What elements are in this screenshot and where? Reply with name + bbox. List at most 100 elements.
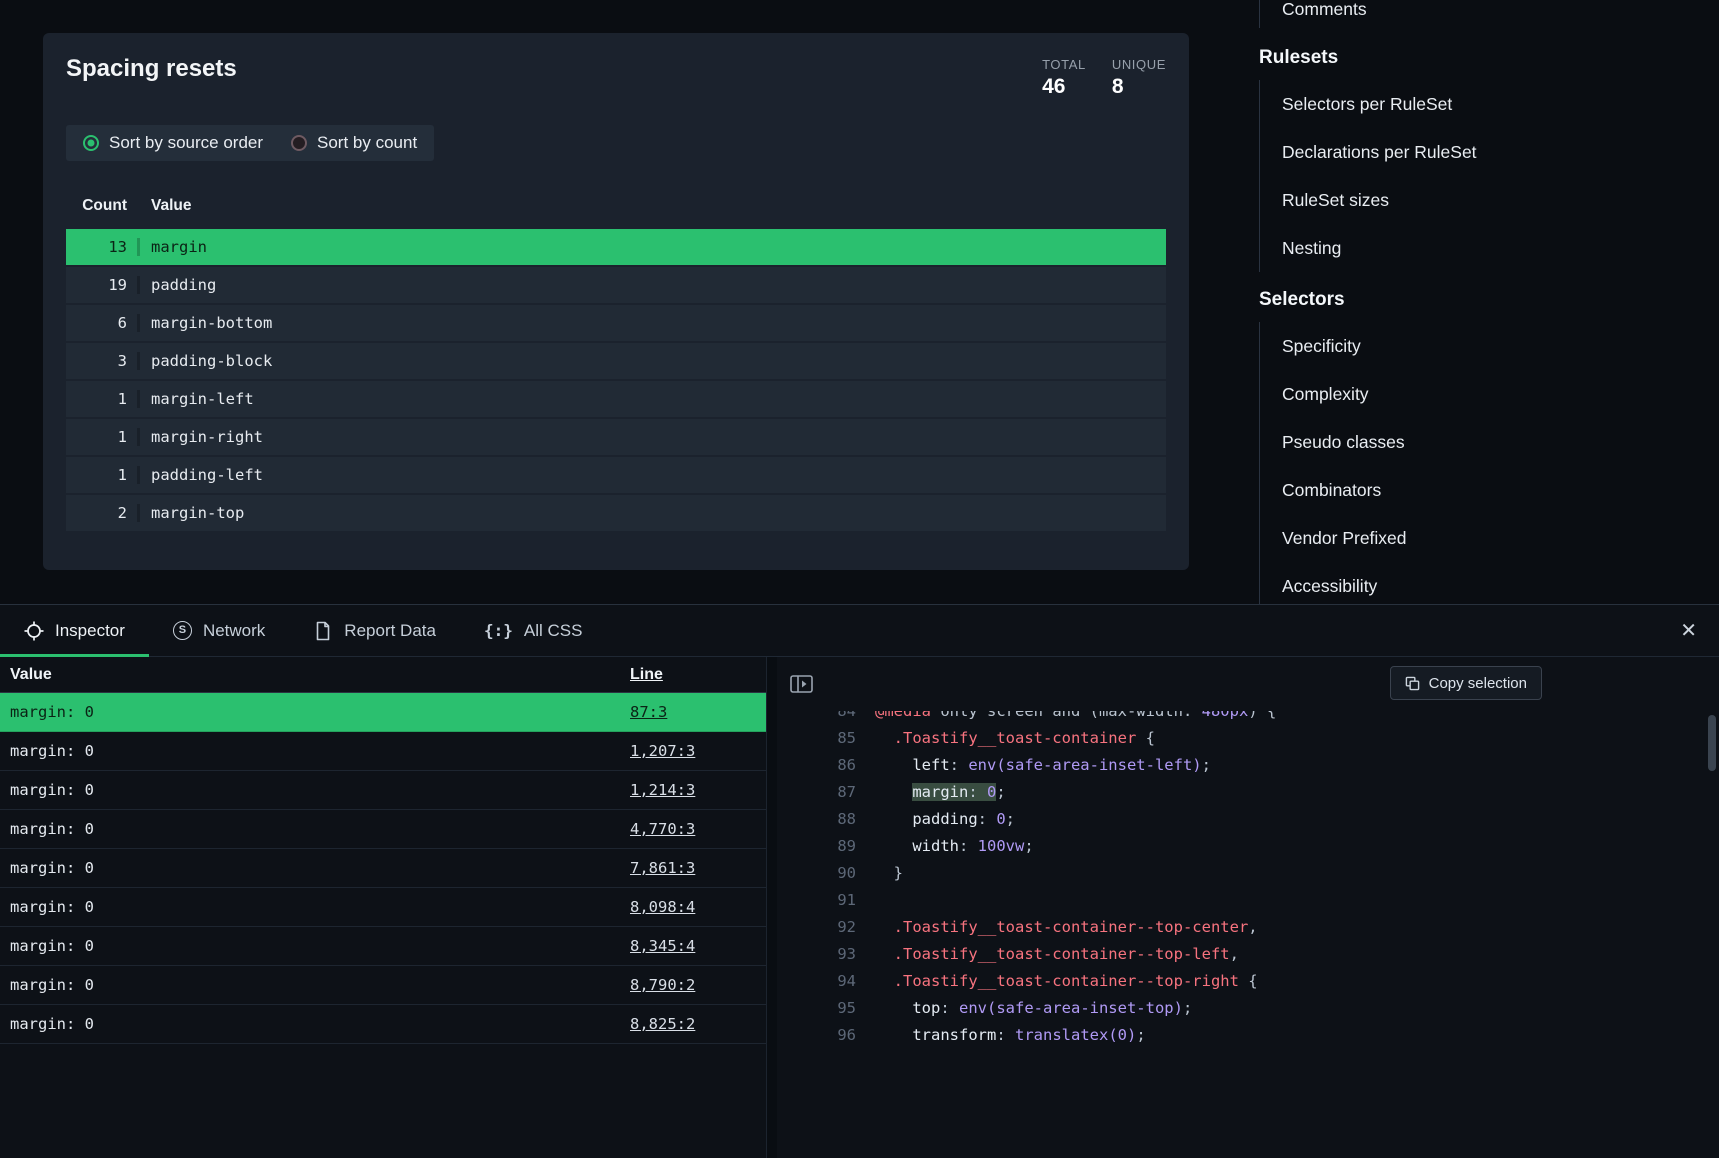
line-number: 92	[777, 914, 856, 941]
code-text: width: 100vw;	[875, 833, 1034, 860]
code-text: @media only screen and (max-width: 480px…	[875, 711, 1276, 725]
declaration-row[interactable]: 6margin-bottom	[66, 305, 1166, 343]
inspector-row[interactable]: margin: 01,214:3	[0, 771, 766, 810]
network-icon: S	[173, 621, 192, 640]
sidebar-item-combinators[interactable]: Combinators	[1260, 466, 1719, 514]
declaration-row[interactable]: 19padding	[66, 267, 1166, 305]
declaration-value: margin-left	[140, 390, 254, 408]
radio-sort-count[interactable]: Sort by count	[291, 133, 417, 153]
tab-network[interactable]: S Network	[149, 605, 289, 656]
line-link[interactable]: 87:3	[630, 703, 667, 721]
inspector-rows: margin: 087:3margin: 01,207:3margin: 01,…	[0, 693, 766, 1044]
tab-all-css[interactable]: {:} All CSS	[460, 605, 606, 656]
close-icon[interactable]: ✕	[1680, 621, 1697, 641]
sidebar-item-complexity[interactable]: Complexity	[1260, 370, 1719, 418]
inspector-row-value: margin: 0	[0, 742, 630, 760]
line-link[interactable]: 8,790:2	[630, 976, 695, 994]
sidebar-item-vendor-prefixed[interactable]: Vendor Prefixed	[1260, 514, 1719, 562]
radio-unselected-icon	[291, 135, 307, 151]
code-text: .Toastify__toast-container--top-right {	[875, 968, 1258, 995]
sidebar-item-selectors-per-ruleset[interactable]: Selectors per RuleSet	[1260, 80, 1719, 128]
declaration-row[interactable]: 1padding-left	[66, 457, 1166, 495]
declaration-value: margin-bottom	[140, 314, 272, 332]
code-line: 92 .Toastify__toast-container--top-cente…	[777, 914, 1719, 941]
sidebar-list: Selectors per RuleSetDeclarations per Ru…	[1259, 80, 1719, 272]
declaration-count: 2	[66, 504, 140, 522]
inspector-row-line-cell: 8,098:4	[630, 898, 766, 916]
line-number: 88	[777, 806, 856, 833]
line-number: 90	[777, 860, 856, 887]
declaration-row[interactable]: 2margin-top	[66, 495, 1166, 533]
radio-label: Sort by source order	[109, 133, 263, 153]
declaration-row[interactable]: 13margin	[66, 229, 1166, 267]
tab-inspector[interactable]: Inspector	[0, 605, 149, 656]
declaration-row[interactable]: 1margin-right	[66, 419, 1166, 457]
inspector-row-value: margin: 0	[0, 1015, 630, 1033]
copy-selection-button[interactable]: Copy selection	[1390, 666, 1542, 700]
line-link[interactable]: 8,825:2	[630, 1015, 695, 1033]
declaration-value: padding-left	[140, 466, 263, 484]
spacing-resets-card: Spacing resets TOTAL 46 UNIQUE 8 Sort by…	[43, 33, 1189, 570]
code-line: 86 left: env(safe-area-inset-left);	[777, 752, 1719, 779]
code-line: 94 .Toastify__toast-container--top-right…	[777, 968, 1719, 995]
sidebar-item-comments[interactable]: Comments	[1260, 0, 1719, 28]
sidebar-item-pseudo-classes[interactable]: Pseudo classes	[1260, 418, 1719, 466]
inspector-row[interactable]: margin: 08,098:4	[0, 888, 766, 927]
inspector-row-value: margin: 0	[0, 781, 630, 799]
code-text: padding: 0;	[875, 806, 1015, 833]
tab-report-data[interactable]: Report Data	[289, 605, 460, 656]
code-viewer: 84@media only screen and (max-width: 480…	[777, 711, 1719, 1158]
code-text: }	[875, 860, 903, 887]
code-line: 89 width: 100vw;	[777, 833, 1719, 860]
inspector-row-line-cell: 8,345:4	[630, 937, 766, 955]
declarations-rows: 13margin19padding6margin-bottom3padding-…	[66, 229, 1166, 533]
declaration-value: margin-right	[140, 428, 263, 446]
code-lines: 84@media only screen and (max-width: 480…	[777, 711, 1719, 1049]
code-text: .Toastify__toast-container--top-left,	[875, 941, 1239, 968]
sidebar-item-declarations-per-ruleset[interactable]: Declarations per RuleSet	[1260, 128, 1719, 176]
line-link[interactable]: 1,214:3	[630, 781, 695, 799]
sidebar-item-ruleset-sizes[interactable]: RuleSet sizes	[1260, 176, 1719, 224]
sidebar-section-header: Rulesets	[1259, 44, 1719, 72]
code-toolbar: Copy selection	[777, 657, 1719, 711]
inspector-row[interactable]: margin: 08,345:4	[0, 927, 766, 966]
code-text: .Toastify__toast-container--top-center,	[875, 914, 1258, 941]
radio-sort-source-order[interactable]: Sort by source order	[83, 133, 263, 153]
inspector-row[interactable]: margin: 08,825:2	[0, 1005, 766, 1044]
declaration-row[interactable]: 1margin-left	[66, 381, 1166, 419]
card-title: Spacing resets	[66, 55, 237, 83]
line-number: 89	[777, 833, 856, 860]
line-number: 91	[777, 887, 856, 914]
stats: TOTAL 46 UNIQUE 8	[1042, 57, 1166, 99]
sidebar-item-specificity[interactable]: Specificity	[1260, 322, 1719, 370]
sidebar-item-nesting[interactable]: Nesting	[1260, 224, 1719, 272]
inspector-row[interactable]: margin: 01,207:3	[0, 732, 766, 771]
line-link[interactable]: 4,770:3	[630, 820, 695, 838]
line-link[interactable]: 8,345:4	[630, 937, 695, 955]
line-number: 85	[777, 725, 856, 752]
line-link[interactable]: 7,861:3	[630, 859, 695, 877]
declaration-count: 6	[66, 314, 140, 332]
declaration-count: 13	[66, 238, 140, 256]
declaration-row[interactable]: 3padding-block	[66, 343, 1166, 381]
scrollbar-thumb[interactable]	[1708, 715, 1716, 771]
inspector-row-line-cell: 8,825:2	[630, 1015, 766, 1033]
inspector-row[interactable]: margin: 08,790:2	[0, 966, 766, 1005]
line-number: 86	[777, 752, 856, 779]
pane-divider[interactable]	[766, 657, 777, 1158]
inspector-row-value: margin: 0	[0, 976, 630, 994]
inspector-row[interactable]: margin: 04,770:3	[0, 810, 766, 849]
column-header-line[interactable]: Line	[630, 666, 766, 684]
inspector-row-line-cell: 7,861:3	[630, 859, 766, 877]
line-link[interactable]: 1,207:3	[630, 742, 695, 760]
line-link[interactable]: 8,098:4	[630, 898, 695, 916]
code-line: 95 top: env(safe-area-inset-top);	[777, 995, 1719, 1022]
panel-toggle-icon[interactable]	[790, 674, 813, 694]
declaration-value: margin-top	[140, 504, 244, 522]
inspector-row[interactable]: margin: 07,861:3	[0, 849, 766, 888]
sidebar-section-header: Selectors	[1259, 286, 1719, 314]
sidebar-item-accessibility[interactable]: Accessibility	[1260, 562, 1719, 610]
declaration-count: 3	[66, 352, 140, 370]
inspector-row[interactable]: margin: 087:3	[0, 693, 766, 732]
inspector-row-value: margin: 0	[0, 898, 630, 916]
